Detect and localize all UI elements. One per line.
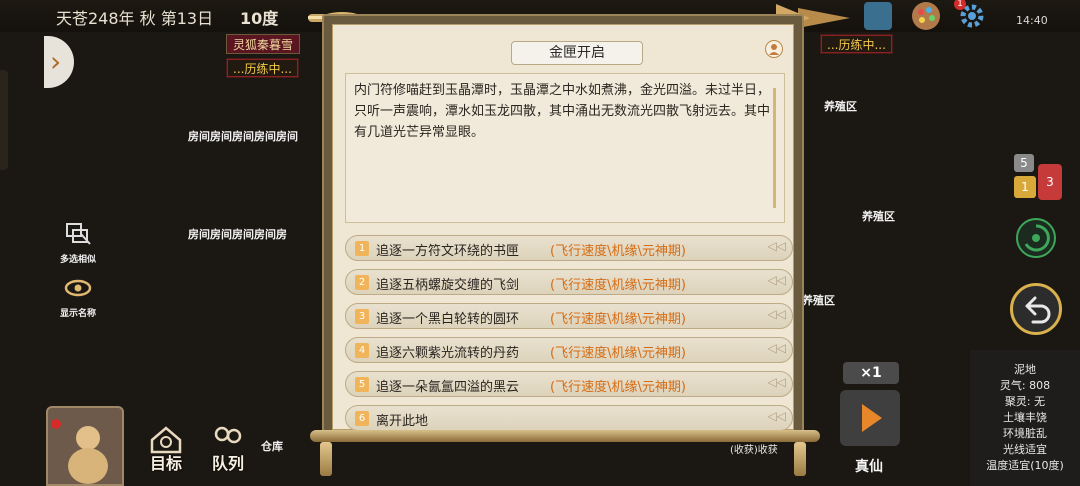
option-number: 6 (355, 411, 369, 426)
busy-tag[interactable]: ...历练中... (820, 34, 893, 54)
option-end-ornament-icon: ◁◁ (767, 375, 786, 389)
undo-arrow-icon (1025, 296, 1051, 324)
room-label-row: 房间房间房间房间房间 (188, 130, 298, 143)
queue-button[interactable]: 队列 (206, 424, 250, 474)
event-dialog-body: 金匣开启 内门符修喵赶到玉晶潭时，玉晶潭之中水如煮沸，金光四溢。未过半日，只听一… (332, 24, 794, 431)
option-number: 4 (355, 343, 369, 358)
dialog-title: 金匣开启 (511, 41, 643, 65)
badge-red[interactable]: 3 (1038, 164, 1062, 200)
npc-tag[interactable]: 灵狐秦暮雪 (226, 34, 301, 54)
multi-select-button[interactable]: 多选相似 (56, 220, 100, 265)
spirit-gathering: 聚灵: 无 (1004, 395, 1046, 408)
choice-option-5[interactable]: 5 追逐一朵氤氲四溢的黑云 (飞行速度\机缘\元神期) ◁◁ (345, 371, 793, 397)
realm-label: 真仙 (855, 459, 883, 475)
option-text: 追逐一方符文环绕的书匣 (376, 244, 520, 259)
tile-info-panel: 泥地 灵气: 808 聚灵: 无 土壤丰饶 环境脏乱 光线适宜 温度适宜(10度… (970, 350, 1080, 486)
option-end-ornament-icon: ◁◁ (767, 307, 786, 321)
gourd-treasure-icon[interactable] (46, 406, 124, 486)
temperature-status: 温度适宜(10度) (986, 459, 1064, 472)
option-text: 追逐六颗紫光流转的丹药 (376, 346, 520, 361)
choice-option-2[interactable]: 2 追逐五柄螺旋交缠的飞剑 (飞行速度\机缘\元神期) ◁◁ (345, 269, 793, 295)
breeding-area-label: 养殖区 (862, 210, 895, 223)
badge-yellow[interactable]: 1 (1014, 176, 1036, 198)
option-requirement: (飞行速度\机缘\元神期) (550, 278, 686, 293)
play-icon (862, 404, 882, 432)
light-status: 光线适宜 (1003, 443, 1047, 456)
multi-select-icon (66, 223, 91, 245)
scroll-rod-bottom (310, 430, 820, 442)
breeding-area-label: 养殖区 (802, 294, 835, 307)
option-end-ornament-icon: ◁◁ (767, 409, 786, 423)
option-number: 3 (355, 309, 369, 324)
terrain-type: 泥地 (1014, 363, 1036, 376)
option-end-ornament-icon: ◁◁ (767, 239, 786, 253)
option-text: 追逐一个黑白轮转的圆环 (376, 312, 520, 327)
event-dialog: 金匣开启 内门符修喵赶到玉晶潭时，玉晶潭之中水如煮沸，金光四溢。未过半日，只听一… (322, 14, 804, 438)
character-avatar-button[interactable] (765, 40, 783, 58)
option-text: 离开此地 (376, 414, 429, 429)
undo-button[interactable] (1010, 283, 1062, 335)
choice-option-4[interactable]: 4 追逐六颗紫光流转的丹药 (飞行速度\机缘\元神期) ◁◁ (345, 337, 793, 363)
queue-label: 队列 (211, 454, 244, 473)
goal-button[interactable]: 目标 (144, 424, 188, 474)
swirl-icon (1024, 224, 1050, 252)
option-number: 1 (355, 241, 369, 256)
show-names-label: 显示名称 (59, 309, 96, 319)
warehouse-label: 仓库 (261, 440, 283, 453)
option-end-ornament-icon: ◁◁ (767, 273, 786, 287)
option-text: 追逐五柄螺旋交缠的飞剑 (376, 278, 520, 293)
chevron-right-icon: › (50, 45, 62, 78)
story-text-box: 内门符修喵赶到玉晶潭时，玉晶潭之中水如煮沸，金光四溢。未过半日，只听一声震响，潭… (345, 73, 785, 223)
option-requirement: (飞行速度\机缘\元神期) (550, 380, 686, 395)
breeding-area-label: 养殖区 (824, 100, 857, 113)
busy-tag[interactable]: ...历练中... (226, 58, 299, 78)
goal-label: 目标 (149, 454, 182, 473)
choice-option-3[interactable]: 3 追逐一个黑白轮转的圆环 (飞行速度\机缘\元神期) ◁◁ (345, 303, 793, 329)
multi-select-label: 多选相似 (59, 255, 96, 265)
eye-icon (64, 279, 92, 297)
story-text: 内门符修喵赶到玉晶潭时，玉晶潭之中水如煮沸，金光四溢。未过半日，只听一声震响，潭… (354, 83, 771, 140)
spirit-energy: 灵气: 808 (999, 379, 1051, 392)
choice-option-1[interactable]: 1 追逐一方符文环绕的书匣 (飞行速度\机缘\元神期) ◁◁ (345, 235, 793, 261)
game-speed-indicator[interactable]: ×1 (843, 362, 899, 384)
option-end-ornament-icon: ◁◁ (767, 341, 786, 355)
story-scrollbar[interactable] (773, 88, 776, 208)
temperature: 10度 (240, 9, 279, 28)
left-edge-strip (0, 70, 8, 170)
choice-option-6[interactable]: 6 离开此地 ◁◁ (345, 405, 793, 431)
option-text: 追逐一朵氤氲四溢的黑云 (376, 380, 520, 395)
hanging-tassel-right (794, 442, 806, 476)
option-requirement: (飞行速度\机缘\元神期) (550, 312, 686, 327)
option-number: 5 (355, 377, 369, 392)
palette-icon[interactable] (912, 2, 940, 30)
badge-grey[interactable]: 5 (1014, 154, 1034, 172)
room-label-row: 房间房间房间房间房 (188, 228, 287, 241)
show-names-button[interactable]: 显示名称 (56, 274, 100, 319)
environment-status: 环境脏乱 (1003, 427, 1047, 440)
game-date: 天苍248年 秋 第13日 (56, 9, 214, 28)
expand-panel-button[interactable]: › (44, 36, 74, 88)
harvest-label[interactable]: (收获)收获 (730, 441, 778, 456)
book-icon[interactable] (864, 2, 892, 30)
option-requirement: (飞行速度\机缘\元神期) (550, 244, 686, 259)
option-requirement: (飞行速度\机缘\元神期) (550, 346, 686, 361)
play-button[interactable] (840, 390, 900, 446)
yin-yang-button[interactable] (1016, 218, 1056, 258)
soil-status: 土壤丰饶 (1003, 411, 1047, 424)
clock: 14:40 (1016, 14, 1048, 27)
hanging-tassel-left (320, 442, 332, 476)
option-number: 2 (355, 275, 369, 290)
